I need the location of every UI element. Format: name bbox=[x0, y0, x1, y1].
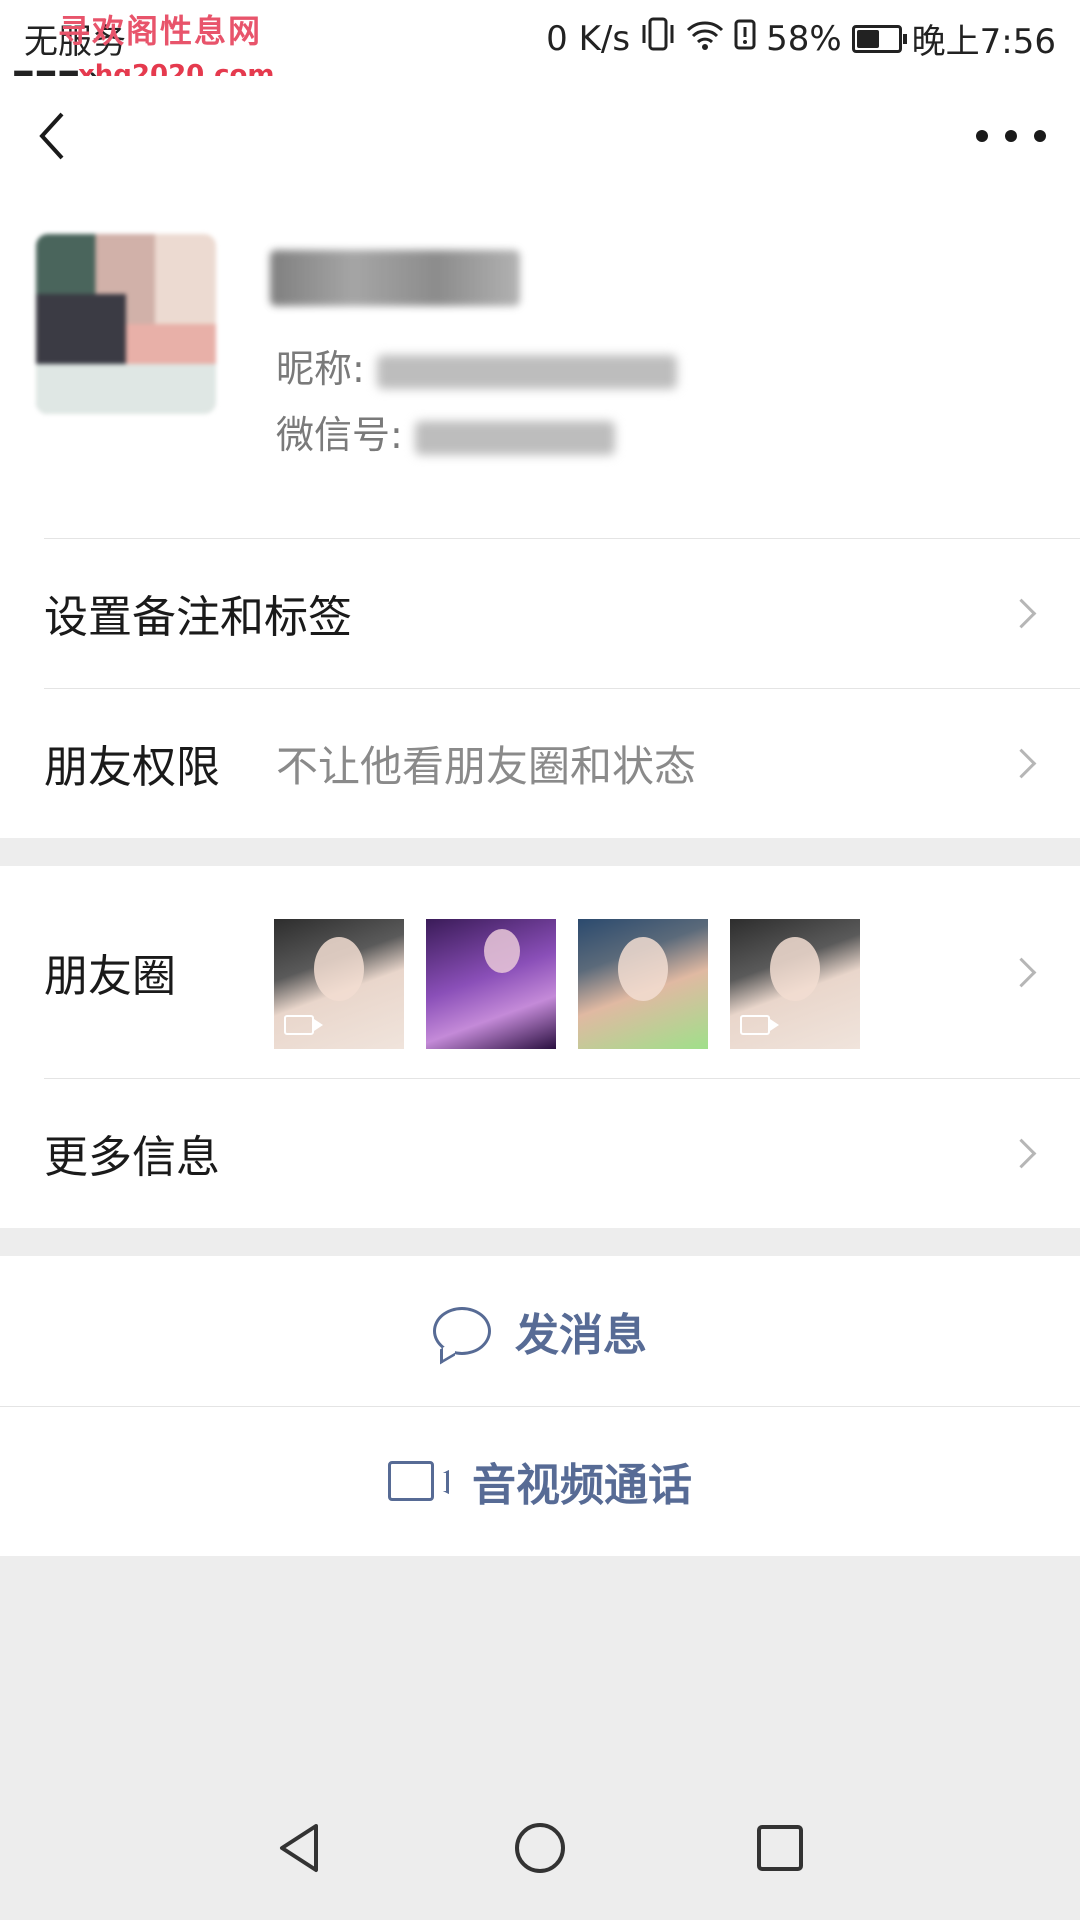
network-speed: 0 K/s bbox=[546, 18, 631, 59]
settings-section: 设置备注和标签 朋友权限 不让他看朋友圈和状态 bbox=[0, 538, 1080, 838]
square-recents-icon bbox=[757, 1825, 803, 1871]
watermark-title: 寻欢阁性息网 bbox=[58, 12, 263, 50]
video-icon bbox=[284, 1015, 323, 1035]
chevron-right-icon bbox=[1006, 957, 1037, 987]
moments-thumbnail bbox=[274, 919, 404, 1049]
battery-icon bbox=[851, 24, 907, 53]
more-dots-icon bbox=[1005, 130, 1017, 142]
profile-card: 昵称: 微信号: bbox=[0, 208, 1080, 538]
triangle-back-icon bbox=[280, 1824, 318, 1872]
moments-label: 朋友圈 bbox=[44, 951, 176, 1002]
video-icon bbox=[740, 1015, 779, 1035]
remark-tags-label: 设置备注和标签 bbox=[44, 592, 352, 643]
status-icons: 0 K/s 58% 晚上7:56 bbox=[546, 14, 1056, 63]
circle-home-icon bbox=[515, 1823, 565, 1873]
wechat-id-redacted bbox=[414, 420, 615, 455]
chat-bubble-icon bbox=[433, 1307, 491, 1355]
battery-percent: 58% bbox=[766, 18, 842, 59]
vibrate-icon bbox=[640, 17, 676, 60]
header-bar bbox=[0, 76, 1080, 208]
send-message-label: 发消息 bbox=[515, 1310, 647, 1361]
clock: 晚上7:56 bbox=[911, 22, 1056, 62]
remark-tags-row[interactable]: 设置备注和标签 bbox=[0, 538, 1080, 688]
moments-thumbnail bbox=[730, 919, 860, 1049]
moments-thumbnail bbox=[426, 919, 556, 1049]
moments-section: 朋友圈 更多信息 bbox=[0, 866, 1080, 1228]
chevron-left-icon bbox=[39, 112, 64, 160]
nav-home-button[interactable] bbox=[510, 1818, 570, 1878]
send-message-button[interactable]: 发消息 bbox=[0, 1256, 1080, 1406]
permissions-row[interactable]: 朋友权限 不让他看朋友圈和状态 bbox=[0, 688, 1080, 838]
back-button[interactable] bbox=[32, 106, 92, 176]
chevron-right-icon bbox=[1006, 1138, 1037, 1168]
wechat-id-label: 微信号: bbox=[276, 413, 403, 457]
system-nav-bar bbox=[0, 1770, 1080, 1920]
moments-thumbnail bbox=[578, 919, 708, 1049]
chevron-right-icon bbox=[1006, 748, 1037, 778]
wifi-icon bbox=[686, 19, 724, 59]
avatar[interactable] bbox=[36, 234, 216, 414]
nickname-label: 昵称: bbox=[276, 347, 365, 391]
status-bar: 无服务 寻欢阁性息网 ■■■➜ xhg2020.com 0 K/s 58% 晚上… bbox=[0, 0, 1080, 92]
nickname-row: 昵称: bbox=[276, 338, 677, 393]
battery-alert-icon bbox=[734, 18, 756, 59]
more-info-row[interactable]: 更多信息 bbox=[0, 1078, 1080, 1228]
display-name-redacted bbox=[270, 250, 520, 306]
nickname-redacted bbox=[376, 354, 677, 389]
more-button[interactable] bbox=[976, 116, 1046, 156]
permissions-label: 朋友权限 bbox=[44, 742, 220, 793]
nav-back-button[interactable] bbox=[270, 1818, 330, 1878]
moments-row[interactable]: 朋友圈 bbox=[0, 866, 1080, 1078]
actions-section: 发消息 音视频通话 bbox=[0, 1256, 1080, 1556]
video-camera-icon bbox=[388, 1461, 434, 1501]
permissions-value: 不让他看朋友圈和状态 bbox=[276, 741, 697, 791]
chevron-right-icon bbox=[1006, 598, 1037, 628]
nav-recents-button[interactable] bbox=[750, 1818, 810, 1878]
av-call-label: 音视频通话 bbox=[472, 1460, 692, 1511]
more-info-label: 更多信息 bbox=[44, 1132, 220, 1183]
av-call-button[interactable]: 音视频通话 bbox=[0, 1406, 1080, 1556]
more-dots-icon bbox=[976, 130, 988, 142]
more-dots-icon bbox=[1034, 130, 1046, 142]
wechat-id-row: 微信号: bbox=[276, 404, 615, 459]
moments-thumbnails bbox=[274, 919, 860, 1049]
